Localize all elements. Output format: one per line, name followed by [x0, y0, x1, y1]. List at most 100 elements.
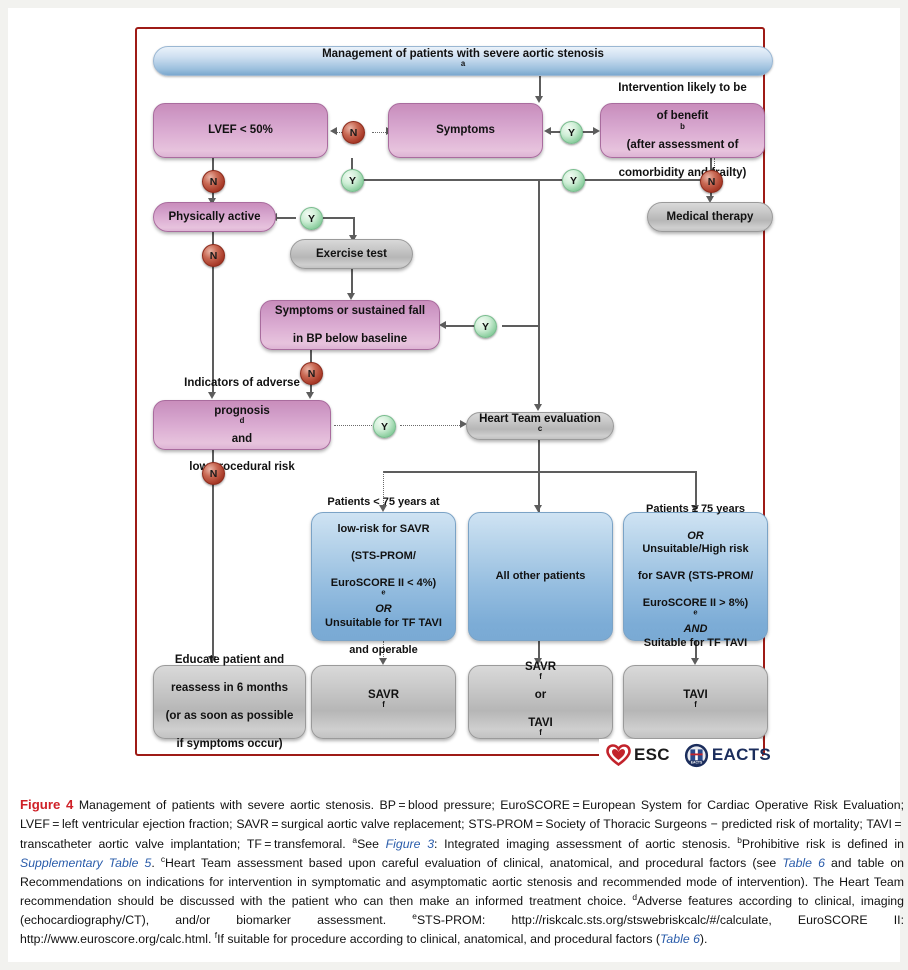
caption-part-3-post: .	[151, 855, 161, 870]
node-intervention-benefit: Intervention likely to be of benefit b (af…	[600, 82, 765, 179]
badge-no-symptoms-fall: N	[300, 362, 323, 385]
node-category-left: Patients < 75 years at low-risk for SAVR(…	[311, 496, 456, 656]
badge-label: Y	[348, 174, 356, 187]
badge-yes-intervention: Y	[562, 169, 585, 192]
connector-exercise-to-symptomsfall	[351, 269, 353, 295]
node-outcome-savr: SAVR f	[311, 665, 456, 739]
connector-sf-to-y-a	[445, 325, 475, 327]
badge-label: Y	[307, 212, 315, 225]
arrow-catleft-to-savr	[379, 658, 387, 665]
node-category-right: Patients ≥ 75 years OR Unsuitable/High ris…	[623, 503, 768, 649]
eacts-crest-icon: EACTS	[684, 743, 708, 767]
footnote-marker-c: c	[537, 424, 543, 434]
operator-or: OR	[375, 603, 392, 616]
arrow-ht-to-cat-mid	[534, 505, 542, 512]
badge-yes-lvef: Y	[341, 169, 364, 192]
badge-yes-physically-active: Y	[300, 207, 323, 230]
society-logos: ESC EACTS EACTS	[599, 739, 771, 771]
badge-label: Y	[380, 420, 388, 433]
badge-label: N	[307, 367, 316, 380]
footnote-marker-f: f	[694, 700, 697, 710]
arrow-exercise-to-symptomsfall	[347, 293, 355, 300]
connector-pa-to-y-b	[323, 217, 354, 219]
node-indicators-label: Indicators of adverse prognosis d and low p…	[184, 376, 300, 474]
badge-no-lvef: N	[202, 170, 225, 193]
figure-container: N Y N Y Y N Y N Y N Y N Management of pa…	[0, 0, 908, 970]
badge-yes-symptoms: Y	[560, 121, 583, 144]
node-category-middle-label: All other patients	[495, 569, 586, 582]
badge-label: N	[209, 467, 218, 480]
node-physically-active: Physically active	[153, 202, 276, 232]
esc-logo-text: ESC	[634, 745, 670, 764]
badge-label: Y	[567, 126, 575, 139]
flowchart: N Y N Y Y N Y N Y N Y N Management of pa…	[8, 8, 908, 788]
node-symptoms: Symptoms	[388, 103, 543, 158]
badge-label: N	[349, 126, 358, 139]
caption-part-2-pre: See	[357, 836, 386, 851]
node-symptoms-label: Symptoms	[436, 124, 495, 137]
badge-no-physically-active: N	[202, 244, 225, 267]
connector-trunk-left	[351, 179, 538, 181]
connector-ind-to-y-a	[334, 425, 372, 426]
caption-part-4-pre: Heart Team assessment based upon careful…	[165, 855, 783, 870]
node-category-left-label: Patients < 75 years at low-risk for SAVR(…	[325, 496, 442, 656]
esc-logo: ESC	[606, 744, 670, 766]
node-medical-therapy: Medical therapy	[647, 202, 773, 232]
arrow-intervention-to-symptoms	[544, 127, 551, 135]
link-table-6-b[interactable]: Table 6	[660, 932, 700, 946]
node-medical-therapy-label: Medical therapy	[666, 210, 754, 223]
node-indicators-adverse: Indicators of adverse prognosis d and low p…	[153, 377, 331, 473]
operator-or: OR	[687, 529, 704, 542]
node-outcome-savr-or-tavi: SAVR f or TAVI f	[468, 661, 613, 739]
badge-label: N	[707, 175, 716, 188]
footnote-marker-e: e	[693, 607, 698, 617]
node-exercise-test-label: Exercise test	[316, 247, 387, 260]
footnote-marker-e: e	[381, 587, 386, 597]
node-outcome-savr-label: SAVR f	[367, 688, 400, 710]
caption-part-2-post: : Integrated imaging assessment of aorti…	[434, 836, 738, 851]
svg-text:EACTS: EACTS	[691, 760, 703, 764]
header-text: Management of patients with severe aorti…	[322, 47, 604, 69]
node-heart-team-evaluation: Heart Team evaluation c	[466, 412, 614, 440]
caption-part-7-post: ).	[699, 931, 708, 946]
eacts-logo-text: EACTS	[711, 745, 771, 764]
node-lvef-label: LVEF < 50%	[208, 124, 273, 137]
node-intervention-label: Intervention likely to be of benefit b (af…	[618, 82, 747, 179]
arrow-header-to-symptoms	[535, 96, 543, 103]
footnote-marker-f: f	[539, 728, 542, 738]
node-lvef: LVEF < 50%	[153, 103, 328, 158]
footnote-marker-f: f	[382, 700, 385, 710]
connector-main-trunk-vertical	[538, 179, 540, 406]
figure-card: N Y N Y Y N Y N Y N Y N Management of pa…	[8, 8, 904, 962]
badge-yes-symptoms-fall: Y	[474, 315, 497, 338]
badge-no-symptoms: N	[342, 121, 365, 144]
node-outcome-savr-or-tavi-label: SAVR f or TAVI f	[524, 660, 557, 738]
node-outcome-tavi: TAVI f	[623, 665, 768, 739]
node-physically-active-label: Physically active	[168, 210, 261, 223]
connector-ind-n-b	[212, 483, 214, 659]
node-header: Management of patients with severe aorti…	[153, 46, 773, 76]
link-table-6-a[interactable]: Table 6	[782, 856, 825, 870]
badge-label: Y	[569, 174, 577, 187]
connector-ht-down	[538, 440, 540, 512]
badge-yes-indicators: Y	[373, 415, 396, 438]
arrow-trunk-to-heart-team	[534, 404, 542, 411]
arrow-symptoms-to-intervention	[593, 127, 600, 135]
node-category-right-label: Patients ≥ 75 years OR Unsuitable/High ris…	[637, 502, 754, 649]
badge-label: Y	[481, 320, 489, 333]
arrow-catright-to-tavi	[691, 658, 699, 665]
heart-icon	[606, 744, 631, 766]
node-exercise-test: Exercise test	[290, 239, 413, 269]
node-outcome-tavi-label: TAVI f	[683, 688, 708, 710]
badge-no-indicators: N	[202, 462, 225, 485]
link-figure-3[interactable]: Figure 3	[386, 837, 434, 851]
connector-sf-to-y-b	[502, 325, 539, 327]
footnote-marker-f: f	[539, 672, 542, 682]
figure-label: Figure 4	[20, 797, 74, 812]
badge-no-intervention: N	[700, 170, 723, 193]
badge-label: N	[209, 249, 218, 262]
arrow-symptoms-to-lvef	[330, 127, 337, 135]
connector-ht-branch-bar	[383, 471, 696, 473]
link-supplementary-table-5[interactable]: Supplementary Table 5	[20, 856, 151, 870]
footnote-marker-d: d	[239, 416, 245, 426]
